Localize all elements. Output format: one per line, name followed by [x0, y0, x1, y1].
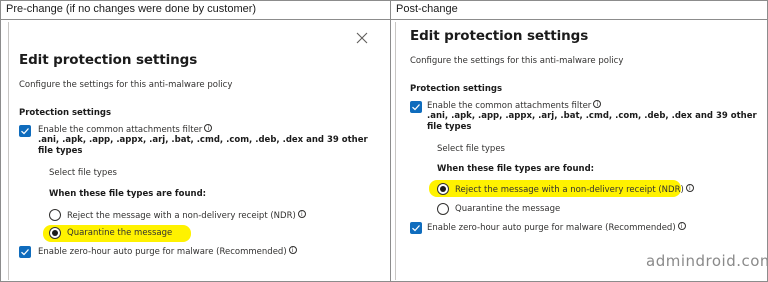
header-divider	[1, 19, 768, 20]
pre-change-panel: Edit protection settings Configure the s…	[8, 22, 384, 280]
zero-hour-purge-checkbox[interactable]	[19, 246, 31, 258]
check-icon	[412, 104, 420, 111]
select-file-types-link[interactable]: Select file types	[49, 168, 117, 178]
quarantine-option: Quarantine the message	[455, 204, 561, 214]
info-icon[interactable]: i	[288, 246, 297, 254]
dialog-subtitle: Configure the settings for this anti-mal…	[410, 56, 624, 66]
quarantine-radio[interactable]	[437, 203, 449, 215]
reject-ndr-radio[interactable]	[437, 183, 449, 195]
attachments-filter-checkbox[interactable]	[410, 101, 422, 113]
info-icon[interactable]: i	[677, 222, 686, 230]
info-icon[interactable]: i	[204, 124, 213, 132]
watermark: admindroid.com	[646, 252, 768, 270]
attachments-filter-label: Enable the common attachments filter i	[38, 124, 213, 135]
quarantine-radio[interactable]	[49, 227, 61, 239]
section-title: Protection settings	[19, 108, 112, 118]
reject-ndr-option: Reject the message with a non-delivery r…	[455, 184, 694, 195]
check-icon	[21, 128, 29, 135]
file-types-list: .ani, .apk, .app, .appx, .arj, .bat, .cm…	[38, 135, 368, 156]
check-icon	[21, 249, 29, 256]
section-title: Protection settings	[410, 84, 503, 94]
file-types-list: .ani, .apk, .app, .appx, .arj, .bat, .cm…	[427, 111, 757, 132]
check-icon	[412, 225, 420, 232]
dialog-subtitle: Configure the settings for this anti-mal…	[19, 80, 233, 90]
info-icon[interactable]: i	[297, 210, 306, 218]
dialog-title: Edit protection settings	[19, 52, 198, 68]
select-file-types-link[interactable]: Select file types	[437, 144, 505, 154]
column-divider	[390, 1, 391, 282]
post-change-panel: Edit protection settings Configure the s…	[395, 22, 765, 280]
attachments-filter-label: Enable the common attachments filter i	[427, 100, 602, 111]
when-found-label: When these file types are found:	[437, 164, 595, 174]
attachments-filter-checkbox[interactable]	[19, 125, 31, 137]
reject-ndr-radio[interactable]	[49, 209, 61, 221]
reject-ndr-option: Reject the message with a non-delivery r…	[67, 210, 306, 221]
pre-change-header: Pre-change (if no changes were done by c…	[6, 3, 257, 15]
zero-hour-purge-label: Enable zero-hour auto purge for malware …	[427, 222, 686, 233]
dialog-title: Edit protection settings	[410, 28, 589, 44]
info-icon[interactable]: i	[685, 184, 694, 192]
post-change-header: Post-change	[396, 3, 458, 15]
zero-hour-purge-label: Enable zero-hour auto purge for malware …	[38, 246, 297, 257]
zero-hour-purge-checkbox[interactable]	[410, 222, 422, 234]
when-found-label: When these file types are found:	[49, 189, 207, 199]
close-icon[interactable]	[356, 32, 368, 44]
quarantine-option: Quarantine the message	[67, 228, 173, 238]
info-icon[interactable]: i	[593, 100, 602, 108]
